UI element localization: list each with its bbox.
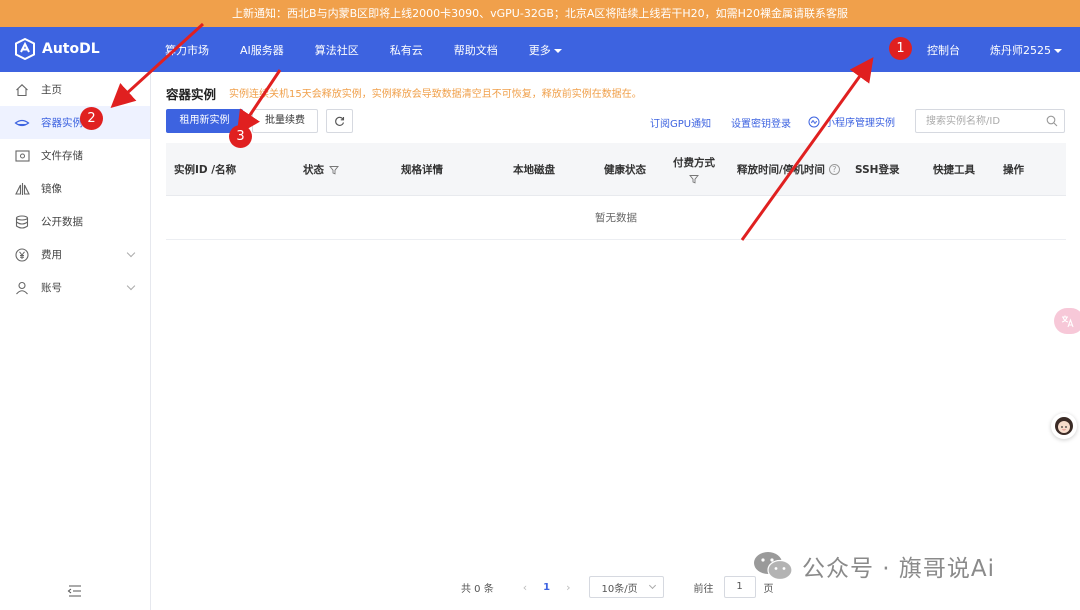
column-header-status[interactable]: 状态 [303,143,339,196]
goto-label: 前往 [693,583,714,595]
table-header: 实例ID /名称 状态 规格详情 本地磁盘 健康状态 付费方式 释放时间/停机时… [166,143,1066,196]
page-number-current[interactable]: 1 [543,582,550,593]
column-header-id: 实例ID /名称 [174,164,237,176]
search-input[interactable] [916,110,1036,132]
home-icon [14,82,30,98]
annotation-badge-1: 1 [889,37,912,60]
user-name: 炼丹师2525 [990,43,1051,57]
prev-page-icon[interactable]: ‹ [523,581,527,594]
notice-banner: 上新通知：西北B与内蒙B区即将上线2000卡3090、vGPU-32GB；北京A… [0,0,1080,27]
watermark-text: 公众号 · 旗哥说Ai [802,556,996,582]
column-header-spec: 规格详情 [401,164,443,176]
search-icon[interactable] [1046,115,1058,127]
column-header-disk: 本地磁盘 [513,164,555,176]
goto-page-input[interactable]: 1 [723,576,756,598]
column-header-ssh: SSH登录 [855,164,900,176]
sidebar-item-label: 镜像 [41,183,62,195]
collapse-sidebar-icon[interactable] [67,584,83,598]
sidebar-item-public-data[interactable]: 公开数据 [0,205,150,238]
sidebar-item-label: 容器实例 [41,117,83,129]
sidebar-item-label: 账号 [41,282,62,294]
nav-item-help-docs[interactable]: 帮助文档 [454,42,498,58]
wechat-icon [754,552,793,581]
console-link[interactable]: 控制台 [927,42,960,58]
yen-icon [14,247,30,263]
annotation-badge-2: 2 [80,107,103,130]
column-header-release-time: 释放时间/停机时间 ? [737,143,840,196]
translate-icon [1061,315,1074,328]
miniprogram-icon [808,116,820,127]
chevron-down-icon [126,248,136,258]
refresh-button[interactable] [326,109,353,133]
column-header-label: 付费方式 [673,157,715,169]
column-header-actions: 操作 [1003,164,1024,176]
nav-right: 控制台 炼丹师2525 [927,27,1062,72]
page-size-value: 10条/页 [601,583,638,595]
subscribe-gpu-link[interactable]: 订阅GPU通知 [650,115,711,130]
nav-item-ai-server[interactable]: AI服务器 [240,42,284,58]
logo[interactable]: AutoDL [14,38,100,60]
filter-icon[interactable] [689,174,699,184]
main-content: 容器实例 实例连续关机15天会释放实例，实例释放会导致数据清空且不可恢复，释放前… [151,72,1080,610]
logo-text: AutoDL [42,41,100,57]
filter-icon[interactable] [329,165,339,175]
assistant-avatar-icon [1055,417,1073,435]
database-icon [14,214,30,230]
sidebar-item-label: 文件存储 [41,150,83,162]
caret-down-icon [1054,48,1062,53]
image-icon [14,181,30,197]
sidebar: 主页 容器实例 文件存储 镜像 公开数据 费用 账号 [0,72,151,610]
column-header-health: 健康状态 [604,164,646,176]
notice-text: 上新通知：西北B与内蒙B区即将上线2000卡3090、vGPU-32GB；北京A… [232,7,848,20]
nav-item-more-label: 更多 [528,43,551,57]
page-title: 容器实例 [166,87,217,102]
caret-down-icon [553,48,562,53]
watermark: 公众号 · 旗哥说Ai [752,549,995,583]
column-header-label: 释放时间/停机时间 [737,164,825,176]
pagination-total: 共 0 条 [461,583,494,595]
column-header-label: 状态 [303,164,324,176]
search-box [915,109,1065,133]
help-icon[interactable]: ? [828,164,840,175]
miniprogram-manage-link[interactable]: 小程序管理实例 [808,114,895,129]
user-menu[interactable]: 炼丹师2525 [990,42,1062,58]
top-navbar: AutoDL 算力市场 AI服务器 算法社区 私有云 帮助文档 更多 控制台 炼… [0,27,1080,72]
chevron-down-icon [126,281,136,291]
sidebar-item-account[interactable]: 账号 [0,271,150,304]
page-warning: 实例连续关机15天会释放实例，实例释放会导致数据清空且不可恢复，释放前实例在数据… [229,89,642,100]
assistant-avatar[interactable] [1051,413,1077,439]
table-empty-state: 暂无数据 [166,196,1066,240]
pagination: 共 0 条 ‹ 1 › 10条/页 前往 1 页 [461,576,774,598]
sidebar-item-label: 费用 [41,249,62,261]
autodl-logo-icon [15,38,35,60]
sidebar-item-file-storage[interactable]: 文件存储 [0,139,150,172]
batch-renew-button[interactable]: 批量续费 [252,109,318,133]
nav-item-private-cloud[interactable]: 私有云 [390,42,423,58]
nav-item-more[interactable]: 更多 [529,42,562,58]
sidebar-item-home[interactable]: 主页 [0,73,150,106]
sidebar-item-billing[interactable]: 费用 [0,238,150,271]
sidebar-item-label: 公开数据 [41,216,83,228]
nav-menu: 算力市场 AI服务器 算法社区 私有云 帮助文档 更多 [165,27,593,72]
sidebar-item-label: 主页 [41,84,62,96]
nav-item-compute-market[interactable]: 算力市场 [165,42,209,58]
nav-item-algorithm-community[interactable]: 算法社区 [315,42,359,58]
refresh-icon [335,116,345,126]
translate-float-button[interactable] [1054,308,1080,334]
column-header-tools: 快捷工具 [933,164,975,176]
ssh-key-login-link[interactable]: 设置密钥登录 [731,115,791,130]
next-page-icon[interactable]: › [566,581,570,594]
annotation-badge-3: 3 [229,125,252,148]
chevron-down-icon [648,581,656,590]
miniprogram-label: 小程序管理实例 [825,118,895,129]
sidebar-item-containers[interactable]: 容器实例 [0,106,150,139]
page-size-select[interactable]: 10条/页 [588,576,664,598]
sidebar-item-images[interactable]: 镜像 [0,172,150,205]
container-icon [14,115,30,131]
column-header-billing[interactable]: 付费方式 [673,143,715,196]
storage-icon [14,148,30,164]
user-icon [14,280,30,296]
